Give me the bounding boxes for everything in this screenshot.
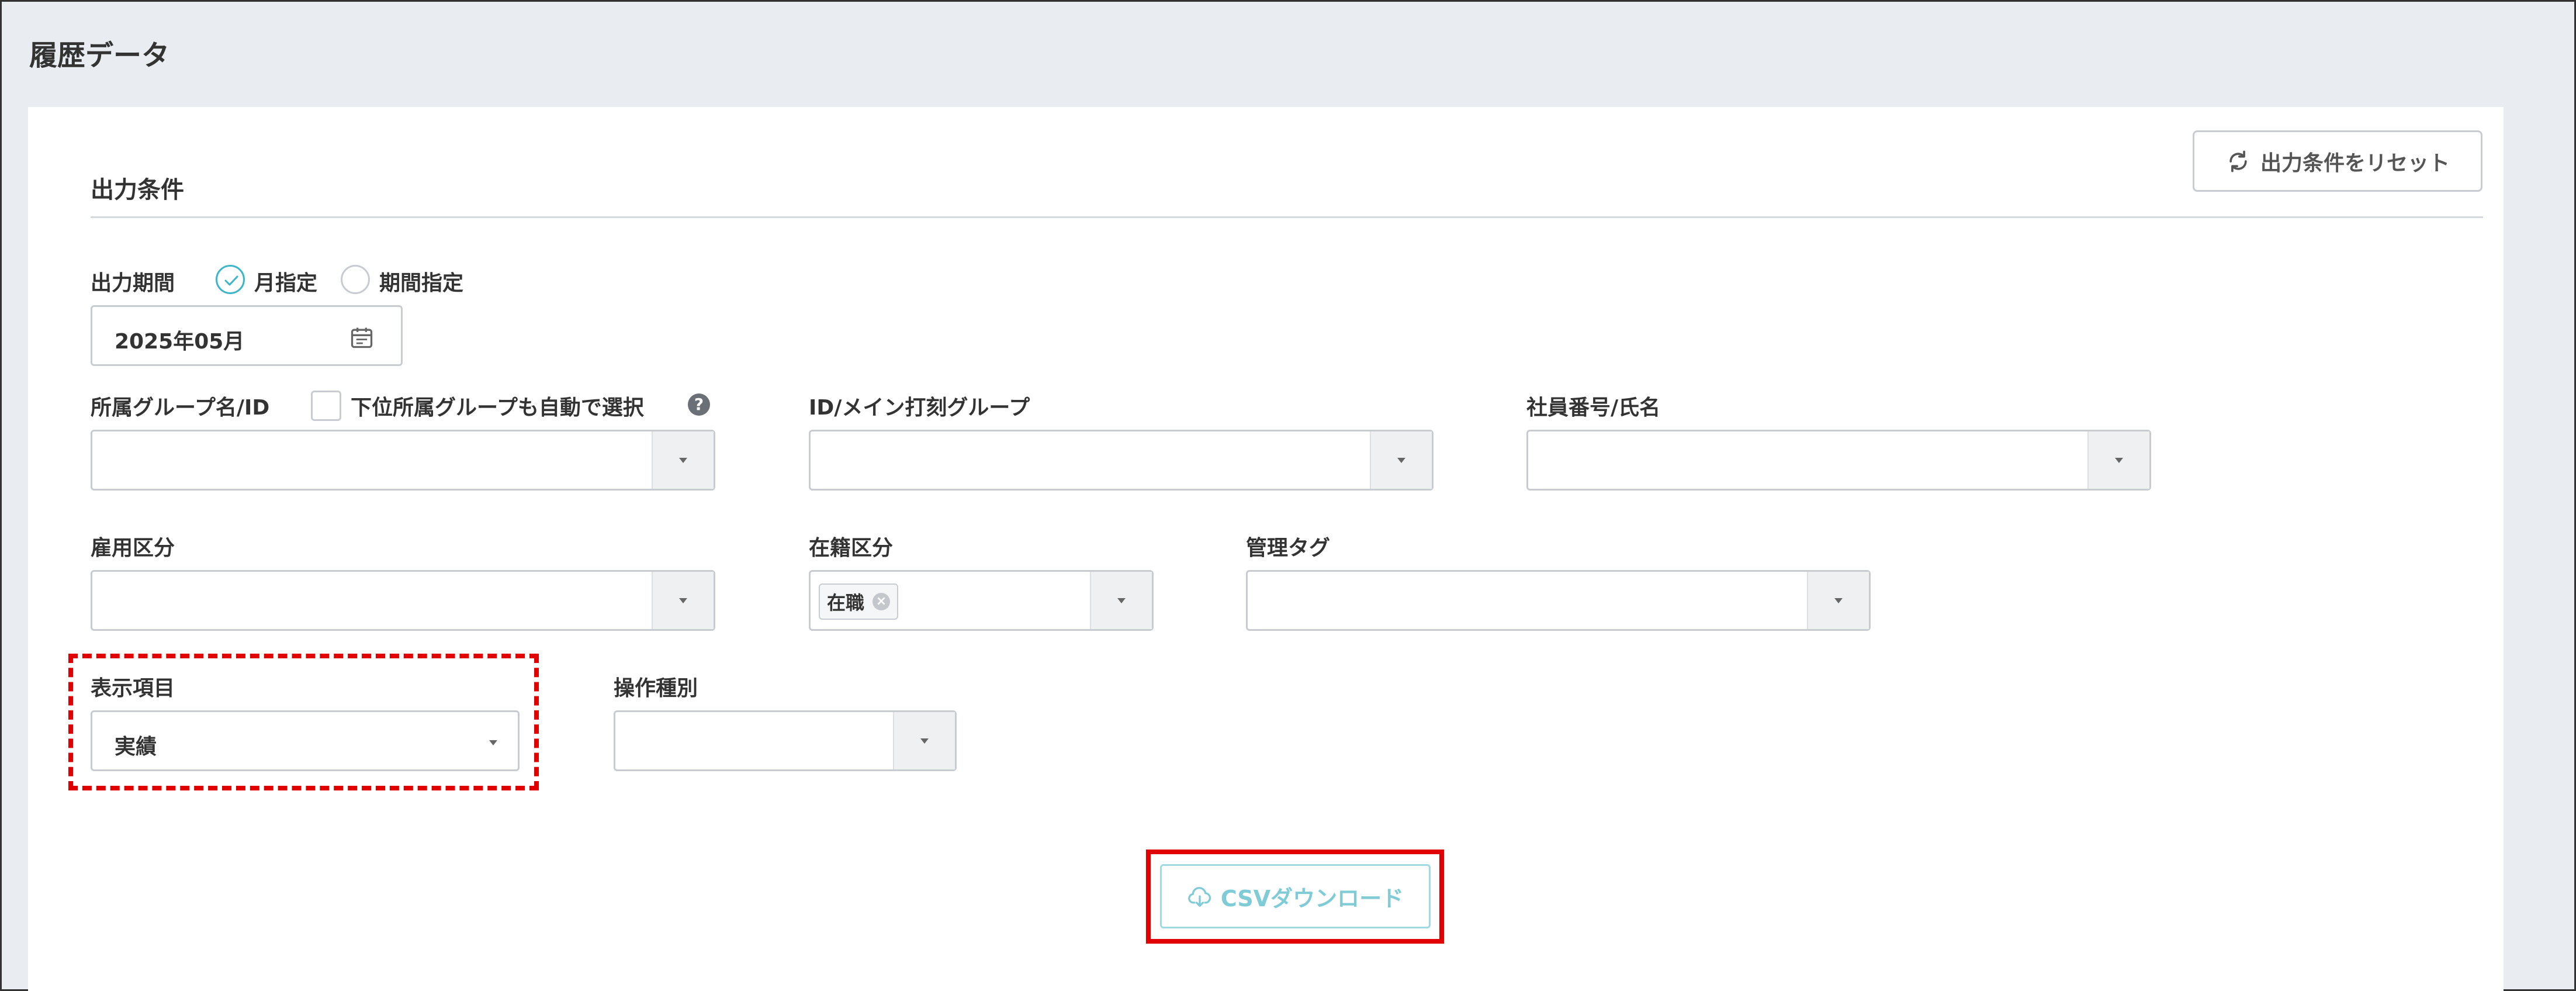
- employment-dropdown-toggle[interactable]: [652, 572, 714, 629]
- refresh-icon: [2229, 150, 2247, 172]
- radio-month[interactable]: [216, 265, 245, 294]
- main-group-select[interactable]: [809, 430, 1434, 491]
- chevron-down-icon: [1397, 458, 1405, 463]
- chevron-down-icon: [1117, 598, 1126, 603]
- employee-dropdown-toggle[interactable]: [2087, 431, 2149, 489]
- include-subgroups-label[interactable]: 下位所属グループも自動で選択: [351, 391, 644, 421]
- include-subgroups-checkbox[interactable]: [311, 391, 341, 421]
- section-divider: [91, 216, 2483, 218]
- main-group-dropdown-toggle[interactable]: [1370, 431, 1432, 489]
- employee-label: 社員番号/氏名: [1526, 396, 1661, 420]
- chevron-down-icon: [920, 738, 929, 744]
- highlight-dashed-box: [68, 654, 539, 790]
- enrollment-select[interactable]: 在職 ×: [809, 570, 1154, 631]
- main-group-label: ID/メイン打刻グループ: [809, 396, 1030, 420]
- chevron-down-icon: [679, 458, 687, 463]
- enrollment-label: 在籍区分: [809, 536, 894, 560]
- radio-month-label[interactable]: 月指定: [254, 266, 317, 296]
- group-label: 所属グループ名/ID: [91, 396, 270, 420]
- help-icon[interactable]: ?: [688, 393, 710, 416]
- reset-conditions-button[interactable]: 出力条件をリセット: [2193, 130, 2482, 192]
- month-picker-input[interactable]: 2025年05月: [91, 305, 403, 366]
- chevron-down-icon: [1834, 598, 1843, 603]
- group-dropdown-toggle[interactable]: [652, 431, 714, 489]
- group-select[interactable]: [91, 430, 715, 491]
- mgmt-tag-select[interactable]: [1246, 570, 1871, 631]
- operation-dropdown-toggle[interactable]: [893, 712, 955, 769]
- section-title: 出力条件: [91, 177, 184, 203]
- operation-select[interactable]: [614, 710, 957, 771]
- operation-label: 操作種別: [614, 676, 698, 700]
- check-icon: [224, 275, 238, 286]
- mgmt-tag-dropdown-toggle[interactable]: [1807, 572, 1869, 629]
- calendar-icon[interactable]: [349, 324, 375, 350]
- chevron-down-icon: [2115, 458, 2123, 463]
- chevron-down-icon: [679, 598, 687, 603]
- radio-range[interactable]: [341, 265, 370, 294]
- page-title: 履歴データ: [29, 39, 170, 72]
- enrollment-tag-label: 在職: [827, 592, 865, 614]
- cloud-download-icon: [1187, 887, 1211, 907]
- period-label: 出力期間: [91, 271, 175, 295]
- csv-download-label: CSVダウンロード: [1220, 885, 1404, 911]
- employee-select[interactable]: [1526, 430, 2151, 491]
- mgmt-tag-label: 管理タグ: [1246, 536, 1331, 560]
- reset-conditions-label: 出力条件をリセット: [2260, 151, 2450, 175]
- csv-download-button[interactable]: CSVダウンロード: [1160, 864, 1431, 928]
- employment-label: 雇用区分: [91, 536, 175, 560]
- enrollment-dropdown-toggle[interactable]: [1090, 572, 1152, 629]
- employment-select[interactable]: [91, 570, 715, 631]
- month-picker-value: 2025年05月: [115, 330, 245, 354]
- radio-range-label[interactable]: 期間指定: [379, 266, 463, 296]
- remove-tag-icon[interactable]: ×: [872, 593, 891, 610]
- enrollment-tag: 在職 ×: [819, 583, 899, 620]
